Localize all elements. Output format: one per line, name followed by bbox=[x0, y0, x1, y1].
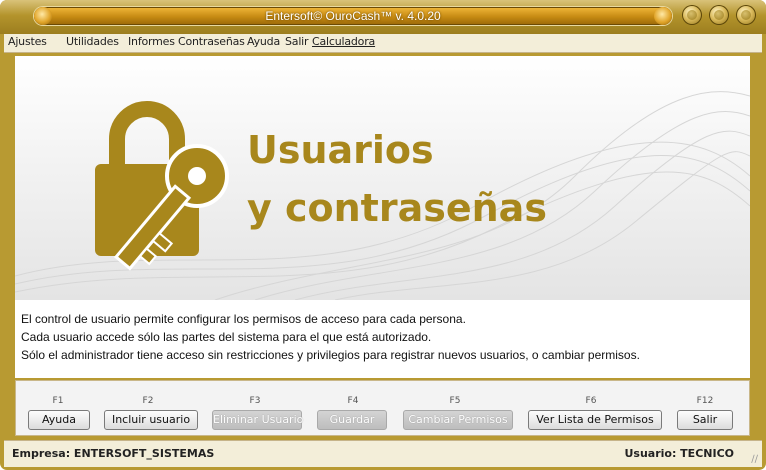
menu-ajustes[interactable]: Ajustes bbox=[8, 35, 47, 48]
menu-contrasenas[interactable]: Contraseñas bbox=[178, 35, 245, 48]
close-icon[interactable] bbox=[736, 5, 756, 25]
fkey-label-f4: F4 bbox=[347, 396, 359, 406]
banner-title-line1: Usuarios bbox=[247, 128, 434, 172]
title-bar[interactable]: Entersoft© OuroCash™ v. 4.0.20 bbox=[0, 0, 766, 34]
delete-user-button[interactable]: Eliminar Usuario bbox=[212, 410, 303, 430]
fkey-label-f3: F3 bbox=[249, 396, 261, 406]
menu-informes[interactable]: Informes bbox=[128, 35, 175, 48]
status-empresa: Empresa: ENTERSOFT_SISTEMAS bbox=[12, 447, 215, 460]
fkey-label-f1: F1 bbox=[52, 396, 64, 406]
fkey-label-f2: F2 bbox=[142, 396, 154, 406]
menu-bar: Ajustes Utilidades Informes Contraseñas … bbox=[4, 34, 762, 53]
status-usuario: Usuario: TECNICO bbox=[624, 447, 734, 460]
fkey-label-f6: F6 bbox=[585, 396, 597, 406]
banner-title-line2: y contraseñas bbox=[247, 186, 547, 230]
resize-grip-icon[interactable]: ∕∕ bbox=[751, 454, 758, 465]
menu-salir[interactable]: Salir bbox=[285, 35, 309, 48]
save-button[interactable]: Guardar bbox=[317, 410, 387, 430]
lock-key-icon bbox=[95, 101, 229, 271]
minimize-icon[interactable] bbox=[682, 5, 702, 25]
description-line-2: Cada usuario accede sólo las partes del … bbox=[21, 330, 432, 344]
menu-calculadora[interactable]: Calculadora bbox=[312, 35, 375, 48]
change-permissions-button[interactable]: Cambiar Permisos bbox=[403, 410, 513, 430]
description-line-1: El control de usuario permite configurar… bbox=[21, 312, 466, 326]
window-title: Entersoft© OuroCash™ v. 4.0.20 bbox=[265, 9, 441, 23]
help-button[interactable]: Ayuda bbox=[28, 410, 90, 430]
fkey-label-f12: F12 bbox=[696, 396, 714, 406]
app-window: Entersoft© OuroCash™ v. 4.0.20 Ajustes U… bbox=[0, 0, 766, 470]
exit-button[interactable]: Salir bbox=[677, 410, 733, 430]
add-user-button[interactable]: Incluir usuario bbox=[104, 410, 198, 430]
description-line-3: Sólo el administrador tiene acceso sin r… bbox=[21, 348, 640, 362]
status-bar: Empresa: ENTERSOFT_SISTEMAS Usuario: TEC… bbox=[4, 440, 762, 467]
menu-ayuda[interactable]: Ayuda bbox=[247, 35, 280, 48]
fkey-label-f5: F5 bbox=[449, 396, 461, 406]
client-area: Usuarios y contraseñas El control de usu… bbox=[15, 56, 750, 378]
view-permissions-button[interactable]: Ver Lista de Permisos bbox=[528, 410, 662, 430]
banner: Usuarios y contraseñas bbox=[15, 56, 750, 300]
maximize-icon[interactable] bbox=[709, 5, 729, 25]
menu-utilidades[interactable]: Utilidades bbox=[66, 35, 119, 48]
